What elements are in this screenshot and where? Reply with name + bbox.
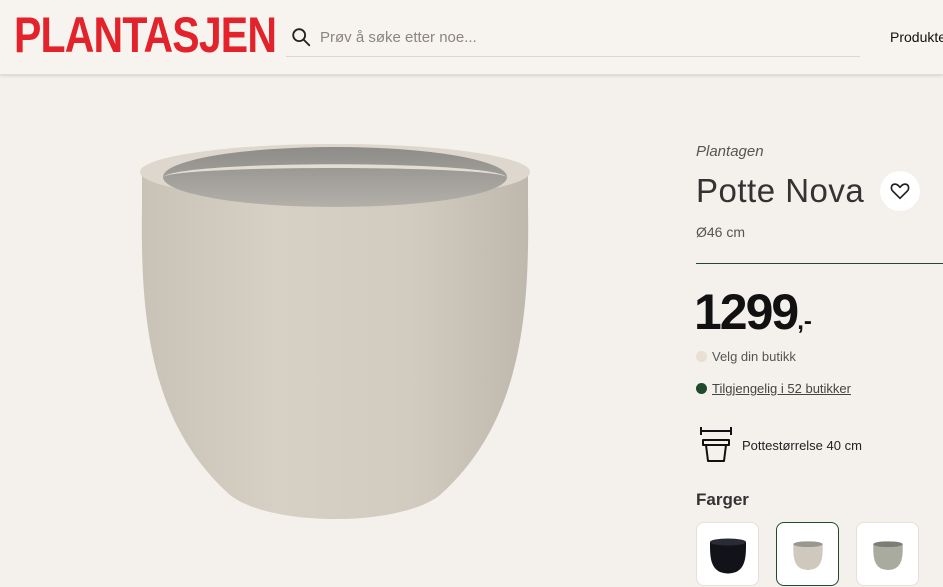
- pot-size-label: Pottestørrelse 40 cm: [742, 437, 862, 453]
- product-image: [140, 144, 530, 519]
- store-status-dot: [696, 351, 707, 362]
- beige-pot-thumbnail: [792, 541, 823, 570]
- price-suffix: ,-: [797, 308, 812, 335]
- product-size: Ø46 cm: [696, 224, 746, 240]
- heart-icon: [890, 183, 910, 200]
- grey-green-pot-thumbnail: [872, 541, 903, 570]
- black-pot-thumbnail: [709, 538, 746, 574]
- search-icon[interactable]: [290, 26, 312, 48]
- pot-size-icon: [700, 427, 732, 462]
- color-swatch-black[interactable]: [696, 522, 759, 586]
- color-swatch-beige[interactable]: [776, 522, 839, 586]
- site-header: PLANTASJEN Produkter: [0, 0, 943, 75]
- favorite-button[interactable]: [880, 171, 920, 211]
- pot-size-row: Pottestørrelse 40 cm: [698, 426, 862, 464]
- store-select-label[interactable]: Velg din butikk: [712, 349, 796, 364]
- colors-heading: Farger: [696, 490, 749, 509]
- search-bar[interactable]: [286, 18, 860, 57]
- nav-products-link[interactable]: Produkter: [890, 29, 943, 45]
- availability-link[interactable]: Tilgjengelig i 52 butikker: [712, 381, 851, 396]
- product-price: 1299,-: [694, 283, 812, 341]
- divider: [696, 263, 943, 264]
- store-select-row[interactable]: Velg din butikk: [696, 349, 796, 364]
- product-title: Potte Nova: [696, 172, 865, 209]
- plantasjen-logo[interactable]: PLANTASJEN: [14, 9, 277, 61]
- price-value: 1299: [694, 284, 799, 340]
- search-input[interactable]: [320, 28, 840, 46]
- availability-row[interactable]: Tilgjengelig i 52 butikker: [696, 381, 851, 396]
- product-brand[interactable]: Plantagen: [696, 143, 764, 160]
- availability-dot: [696, 383, 707, 394]
- color-swatch-grey-green[interactable]: [856, 522, 919, 586]
